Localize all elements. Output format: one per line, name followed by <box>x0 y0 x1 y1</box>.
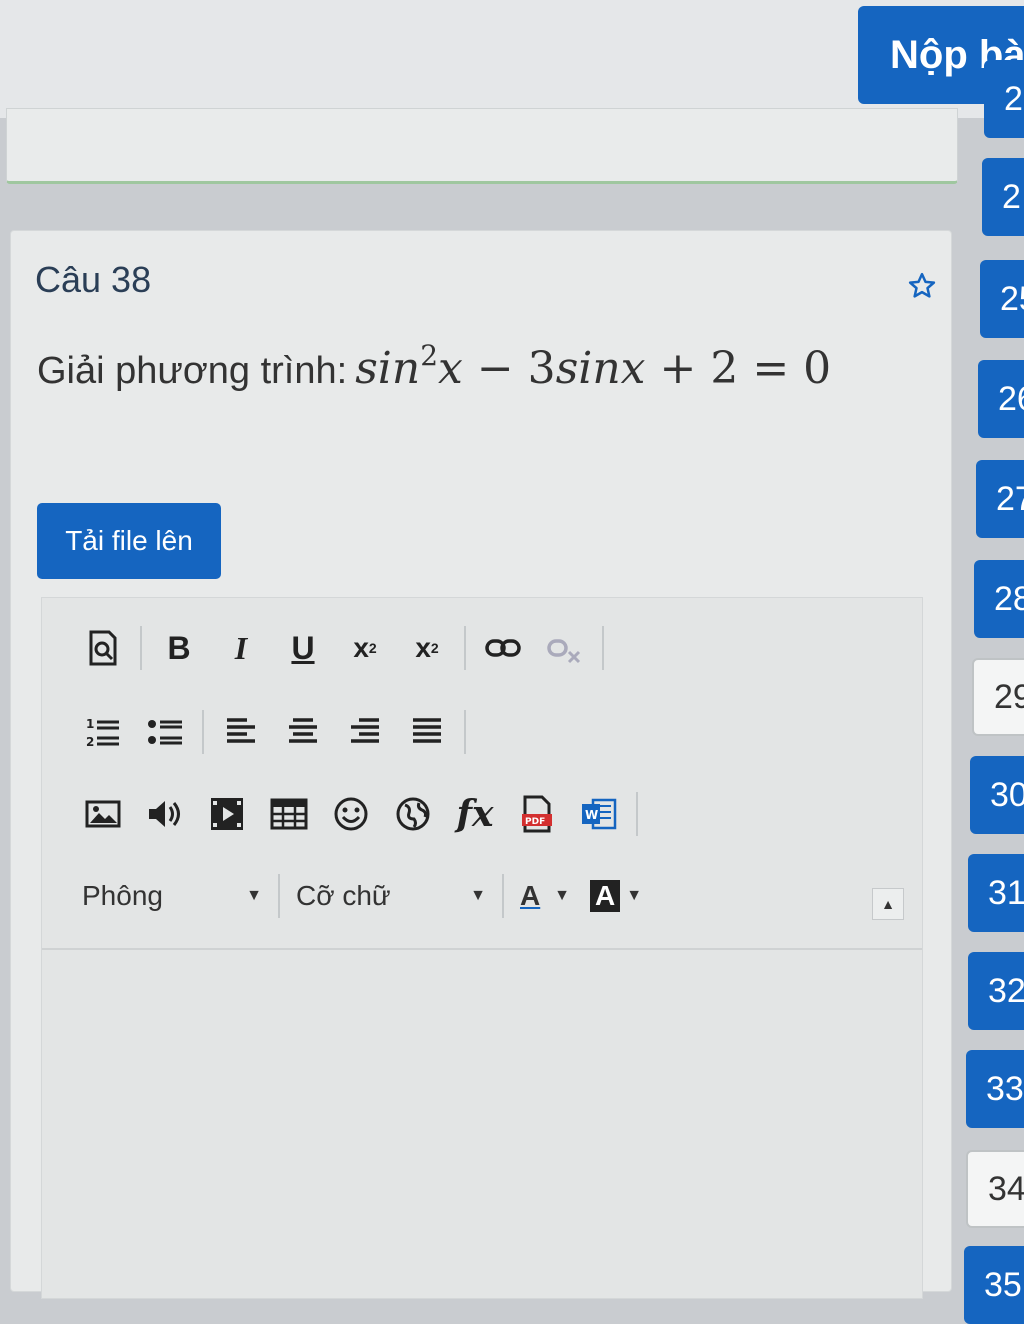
pdf-icon[interactable]: PDF <box>506 786 568 842</box>
chevron-up-icon: ▲ <box>881 896 895 912</box>
nav-question-button[interactable]: 31 <box>968 854 1024 932</box>
align-center-icon[interactable] <box>272 704 334 760</box>
nav-question-button[interactable]: 34 <box>966 1150 1024 1228</box>
nav-question-button[interactable]: 2 <box>982 158 1024 236</box>
svg-text:1: 1 <box>86 717 94 731</box>
align-right-icon[interactable] <box>334 704 396 760</box>
previous-question-card <box>6 108 958 184</box>
toolbar-separator <box>140 626 142 670</box>
font-size-label: Cỡ chữ <box>296 880 391 911</box>
background-color-button[interactable]: A ▼ <box>580 868 650 924</box>
toolbar-row-formatting: B I U x2 x2 <box>72 618 610 678</box>
toolbar-separator <box>464 626 466 670</box>
toolbar-row-insert: fx PDF W <box>72 784 644 844</box>
word-icon[interactable]: W <box>568 786 630 842</box>
nav-question-button[interactable]: 27 <box>976 460 1024 538</box>
superscript-icon[interactable]: x2 <box>396 620 458 676</box>
equation-exponent: 2 <box>420 339 439 372</box>
chevron-down-icon: ▼ <box>554 887 570 904</box>
toolbar-separator <box>278 874 280 918</box>
chevron-down-icon: ▼ <box>470 887 486 904</box>
font-size-select[interactable]: Cỡ chữ ▼ <box>286 868 496 924</box>
chevron-down-icon: ▼ <box>246 887 262 904</box>
subscript-icon[interactable]: x2 <box>334 620 396 676</box>
table-icon[interactable] <box>258 786 320 842</box>
question-prompt: Giải phương trình: <box>37 350 348 392</box>
bold-icon[interactable]: B <box>148 620 210 676</box>
equation-rest: + 2 = 0 <box>645 343 832 394</box>
nav-question-button[interactable]: 30 <box>970 756 1024 834</box>
font-family-select[interactable]: Phông ▼ <box>72 868 272 924</box>
numbered-list-icon[interactable]: 12 <box>72 704 134 760</box>
font-family-label: Phông <box>82 880 163 911</box>
underline-icon[interactable]: U <box>272 620 334 676</box>
align-left-icon[interactable] <box>210 704 272 760</box>
equation-minus: − 3 <box>462 343 556 394</box>
toolbar-separator <box>464 710 466 754</box>
svg-text:2: 2 <box>86 735 94 749</box>
unlink-icon[interactable] <box>534 620 596 676</box>
toolbar-row-paragraph: 12 <box>72 702 472 762</box>
nav-question-button[interactable]: 33 <box>966 1050 1024 1128</box>
video-icon[interactable] <box>196 786 258 842</box>
toolbar-separator <box>602 626 604 670</box>
image-icon[interactable] <box>72 786 134 842</box>
toolbar-separator <box>502 874 504 918</box>
text-color-icon: A <box>520 880 541 911</box>
nav-question-button[interactable]: 25 <box>980 260 1024 338</box>
equation-sin: sin <box>355 343 421 394</box>
equation-x: x <box>438 343 463 394</box>
question-title: Câu 38 <box>35 259 152 300</box>
chevron-down-icon: ▼ <box>626 887 643 904</box>
justify-icon[interactable] <box>396 704 458 760</box>
equation-sinx: sinx <box>555 343 646 394</box>
background-color-icon: A <box>590 880 621 912</box>
toolbar-separator <box>636 792 638 836</box>
preview-icon[interactable] <box>72 620 134 676</box>
nav-question-button[interactable]: 2 <box>984 60 1024 138</box>
italic-icon[interactable]: I <box>210 620 272 676</box>
nav-question-button[interactable]: 28 <box>974 560 1024 638</box>
link-icon[interactable] <box>472 620 534 676</box>
nav-question-button[interactable]: 26 <box>978 360 1024 438</box>
text-color-button[interactable]: A ▼ <box>510 868 580 924</box>
star-icon[interactable] <box>907 271 937 301</box>
question-card: Câu 38 Giải phương trình: sin2x − 3sinx +… <box>10 230 952 1299</box>
emoji-icon[interactable] <box>320 786 382 842</box>
audio-icon[interactable] <box>134 786 196 842</box>
question-text: Giải phương trình: sin2x − 3sinx + 2 = 0 <box>37 339 831 394</box>
bullet-list-icon[interactable] <box>134 704 196 760</box>
globe-icon[interactable] <box>382 786 444 842</box>
nav-question-button[interactable]: 32 <box>968 952 1024 1030</box>
toolbar-separator <box>202 710 204 754</box>
svg-text:PDF: PDF <box>525 817 545 827</box>
equation: sin2x − 3sinx + 2 = 0 <box>355 339 832 394</box>
nav-question-button[interactable]: 29 <box>972 658 1024 736</box>
svg-text:W: W <box>585 808 598 822</box>
formula-icon[interactable]: fx <box>444 786 506 842</box>
rich-text-editor: B I U x2 x2 12 fx PDF W Phông ▼ Cỡ chữ ▼… <box>41 597 923 1299</box>
editor-content-area[interactable] <box>42 950 922 1298</box>
toolbar-row-fonts: Phông ▼ Cỡ chữ ▼ A ▼ A ▼ <box>72 866 650 926</box>
upload-file-button[interactable]: Tải file lên <box>37 503 221 579</box>
collapse-toolbar-button[interactable]: ▲ <box>872 888 904 920</box>
nav-question-button[interactable]: 35 <box>964 1246 1024 1324</box>
